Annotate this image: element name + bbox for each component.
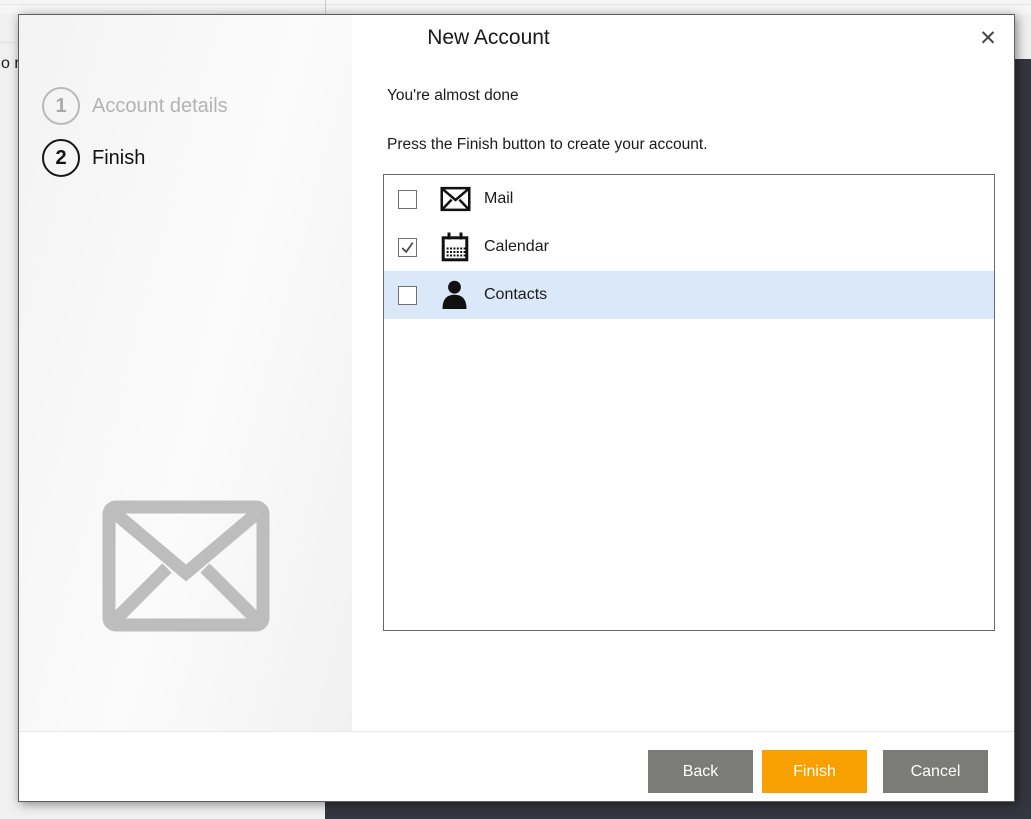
background-toolbar (0, 0, 1031, 14)
envelope-watermark-icon (102, 500, 270, 637)
new-account-dialog: New Account ✕ 1 Account details 2 Finish… (18, 14, 1015, 802)
toolbar-column-divider (325, 0, 326, 14)
step-label: Finish (92, 147, 145, 170)
service-label: Mail (484, 190, 513, 208)
finish-button[interactable]: Finish (762, 750, 867, 793)
close-button[interactable]: ✕ (971, 21, 1005, 55)
mail-icon (439, 186, 471, 212)
step-label: Account details (92, 95, 228, 118)
back-button[interactable]: Back (648, 750, 753, 793)
service-list: Mail Calendar (383, 174, 995, 631)
close-icon: ✕ (979, 26, 997, 51)
checkbox[interactable] (398, 238, 417, 257)
calendar-icon (439, 232, 471, 262)
wizard-steps-panel: 1 Account details 2 Finish (19, 15, 352, 731)
wizard-step-account-details: 1 Account details (42, 87, 228, 125)
contacts-icon (439, 280, 471, 310)
service-row-mail[interactable]: Mail (384, 175, 994, 223)
finish-instruction-text: Press the Finish button to create your a… (387, 136, 708, 154)
service-row-contacts[interactable]: Contacts (384, 271, 994, 319)
service-label: Contacts (484, 286, 547, 304)
checkbox[interactable] (398, 286, 417, 305)
wizard-step-finish: 2 Finish (42, 139, 145, 177)
checkbox[interactable] (398, 190, 417, 209)
background-text-fragment: o r (1, 55, 20, 73)
step-number-badge: 1 (42, 87, 80, 125)
almost-done-heading: You're almost done (387, 87, 519, 105)
step-number-badge: 2 (42, 139, 80, 177)
cancel-button[interactable]: Cancel (883, 750, 988, 793)
service-label: Calendar (484, 238, 549, 256)
dialog-footer: Back Finish Cancel (19, 731, 1014, 801)
service-row-calendar[interactable]: Calendar (384, 223, 994, 271)
toolbar-divider-line (0, 4, 1031, 5)
